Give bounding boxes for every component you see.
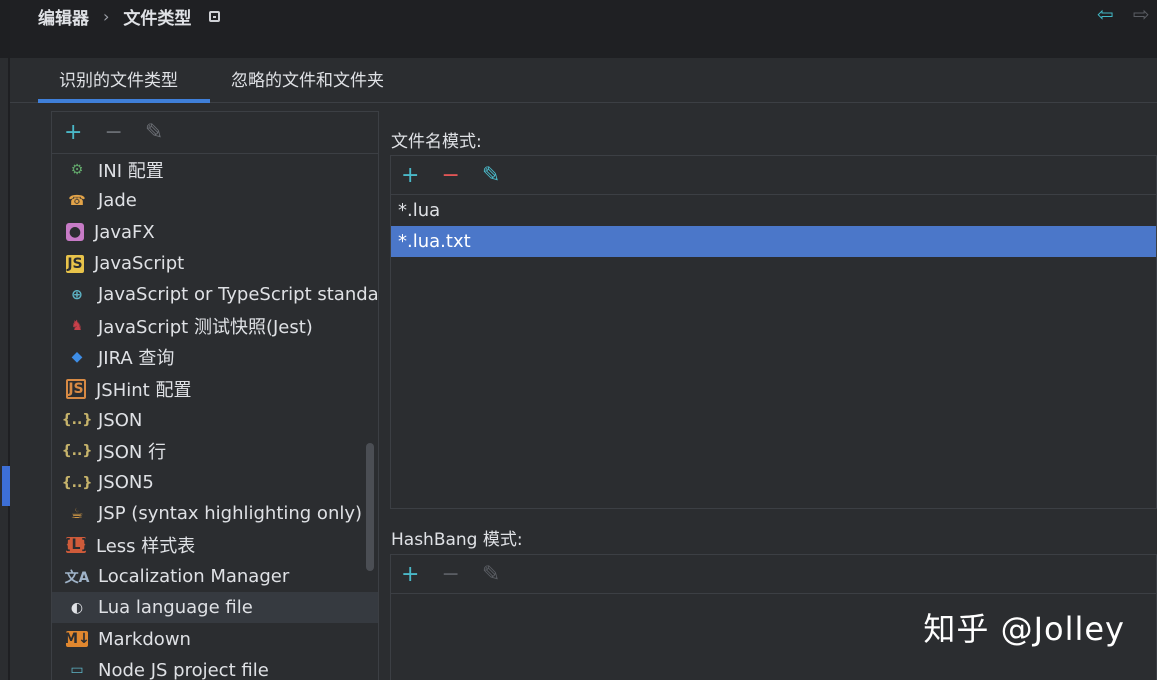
list-item[interactable]: {L} Less 样式表 [52,530,378,561]
hashbang-patterns-label: HashBang 模式: [391,530,523,550]
list-item-label: JavaScript 测试快照(Jest) [98,317,313,339]
pattern-row[interactable]: *.lua [391,195,1156,226]
list-item[interactable]: ▭ Node JS project file [52,655,378,680]
list-item[interactable]: ⚙ INI 配置 [52,154,378,185]
list-item[interactable]: 文A Localization Manager [52,561,378,592]
list-item-label: Markdown [98,628,191,650]
remove-file-type-button[interactable]: − [104,120,122,145]
markdown-icon: M↓ [64,631,90,648]
list-item-label: Less 样式表 [96,536,196,558]
list-item[interactable]: ◆ JIRA 查询 [52,342,378,373]
list-item[interactable]: JS JSHint 配置 [52,373,378,404]
hashbang-patterns-toolbar: + − ✎ [391,555,1156,594]
less-icon: {L} [61,537,91,554]
arrow-left-icon[interactable]: ⇦ [1097,4,1117,24]
list-item-label: INI 配置 [98,160,164,182]
file-types-list: ⚙ INI 配置 ☎ Jade ● JavaFX JS JavaScript ⊕ Java… [52,154,378,680]
add-hashbang-button[interactable]: + [401,562,419,587]
watermark: 知乎 @Jolley [923,610,1125,648]
left-gutter [0,0,10,680]
active-tab-indicator [38,99,210,103]
add-file-type-button[interactable]: + [64,120,82,145]
tab-ignored-files-and-folders[interactable]: 忽略的文件和文件夹 [231,66,384,91]
jshint-icon: JS [66,378,86,399]
list-item-label: JSON 行 [98,442,167,464]
list-item-label: Node JS project file [98,659,269,680]
jest-icon: ♞ [70,318,84,335]
ini-icon: ⚙ [70,161,84,178]
javafx-icon: ● [66,223,84,242]
list-item[interactable]: ☎ Jade [52,185,378,216]
jade-icon: ☎ [68,192,86,209]
json-lines-icon: {..} [61,443,93,460]
edit-file-type-button[interactable]: ✎ [145,120,163,145]
jsp-icon: ☕ [70,505,84,522]
list-scrollbar[interactable] [366,443,374,571]
list-item[interactable]: ♞ JavaScript 测试快照(Jest) [52,310,378,341]
list-item[interactable]: ● JavaFX [52,217,378,248]
list-item-label: Lua language file [98,597,253,619]
list-item[interactable]: {..} JSON5 [52,467,378,498]
list-item-label: Localization Manager [98,566,290,587]
list-item-selected[interactable]: ◐ Lua language file [52,592,378,624]
list-item-label: JIRA 查询 [98,348,175,370]
list-item-label: JavaFX [94,221,155,243]
filename-patterns-toolbar: + − ✎ [391,156,1156,195]
list-item-label: JavaScript or TypeScript standa [98,284,379,306]
list-item-label: Jade [98,190,137,212]
list-item[interactable]: ⊕ JavaScript or TypeScript standa [52,279,378,310]
jira-icon: ◆ [71,349,83,366]
settings-header: 编辑器 › 文件类型 ⇦ ⇨ [10,0,1157,58]
breadcrumb-current: 文件类型 [123,9,192,29]
file-types-toolbar: + − ✎ [52,112,378,154]
list-item[interactable]: {..} JSON [52,404,378,435]
breadcrumb: 编辑器 › 文件类型 [38,4,221,29]
breadcrumb-parent[interactable]: 编辑器 [38,4,89,29]
edit-pattern-button[interactable]: ✎ [482,163,500,188]
pattern-row-selected[interactable]: *.lua.txt [391,226,1156,257]
file-type-details: 文件名模式: + − ✎ *.lua *.lua.txt HashBang 模式… [390,111,1157,680]
list-item[interactable]: M↓ Markdown [52,623,378,654]
globe-icon: ⊕ [71,286,83,303]
edit-hashbang-button[interactable]: ✎ [482,562,500,587]
translate-icon: 文A [64,569,90,586]
lua-icon: ◐ [70,599,84,616]
remove-pattern-button[interactable]: − [441,163,459,188]
gutter-track [0,58,8,680]
arrow-right-icon[interactable]: ⇨ [1133,4,1153,24]
project-scope-icon [209,11,221,22]
remove-hashbang-button[interactable]: − [441,562,459,587]
tab-recognized-file-types[interactable]: 识别的文件类型 [59,66,178,91]
node-project-icon: ▭ [70,662,84,679]
tab-bar: 识别的文件类型 忽略的文件和文件夹 [10,58,1157,103]
list-item[interactable]: {..} JSON 行 [52,436,378,467]
json-icon: {..} [61,412,93,429]
list-item-label: JavaScript [94,253,185,275]
file-types-list-panel: + − ✎ ⚙ INI 配置 ☎ Jade ● JavaFX JS JavaScript… [51,111,379,680]
filename-patterns-panel: + − ✎ *.lua *.lua.txt [390,155,1157,509]
javascript-icon: JS [66,254,84,273]
list-item[interactable]: JS JavaScript [52,248,378,279]
json5-icon: {..} [61,474,93,491]
gutter-selection-marker [2,466,10,506]
add-pattern-button[interactable]: + [401,163,419,188]
list-item[interactable]: ☕ JSP (syntax highlighting only) [52,498,378,529]
list-item-label: JSHint 配置 [96,379,192,401]
breadcrumb-separator: › [103,7,110,26]
list-item-label: JSON [98,409,143,431]
list-item-label: JSP (syntax highlighting only) [98,503,363,525]
list-item-label: JSON5 [98,472,154,494]
filename-patterns-label: 文件名模式: [391,132,482,152]
